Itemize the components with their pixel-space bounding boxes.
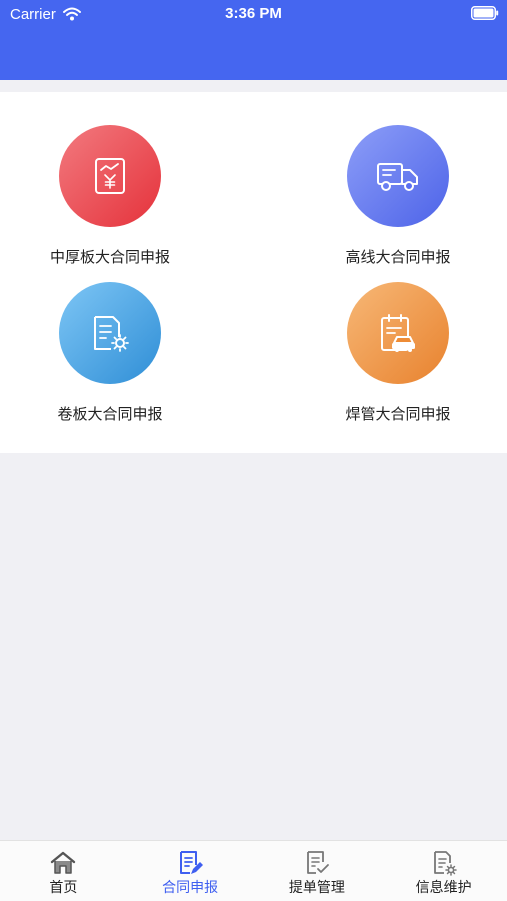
- menu-item-medium-plate[interactable]: 中厚板大合同申报: [20, 125, 200, 267]
- tab-info-maintenance[interactable]: 信息维护: [380, 841, 507, 901]
- home-icon: [51, 851, 76, 874]
- menu-item-label: 中厚板大合同申报: [49, 248, 170, 266]
- tab-home[interactable]: 首页: [0, 841, 127, 901]
- menu-item-coil-plate[interactable]: 卷板大合同申报: [20, 282, 200, 424]
- header-bar: Carrier 3:36 PM: [0, 0, 507, 80]
- separator: [0, 80, 507, 92]
- document-settings-icon: [433, 851, 457, 876]
- contract-report-icon: [180, 851, 204, 874]
- tab-label: 首页: [49, 880, 78, 896]
- menu-item-label: 卷板大合同申报: [57, 405, 163, 423]
- menu-item-wire-rod[interactable]: 高线大合同申报: [308, 125, 488, 267]
- menu-item-welded-pipe[interactable]: 焊管大合同申报: [308, 282, 488, 424]
- tab-contract-report[interactable]: 合同申报: [127, 841, 254, 901]
- document-gear-icon: [59, 282, 161, 384]
- bottom-tab-bar: 首页 合同申报 提单管理 信息维护: [0, 840, 507, 901]
- status-time: 3:36 PM: [225, 5, 282, 22]
- tab-bill-management[interactable]: 提单管理: [254, 841, 381, 901]
- delivery-truck-icon: [347, 125, 449, 227]
- contract-menu-panel: 中厚板大合同申报 高线大合同申报 卷板大合同申报 焊管大合同申报: [0, 92, 507, 453]
- receipt-yuan-icon: [59, 125, 161, 227]
- battery-icon: [471, 6, 499, 20]
- tab-label: 信息维护: [415, 880, 472, 896]
- menu-item-label: 高线大合同申报: [345, 248, 451, 266]
- tab-label: 合同申报: [162, 880, 219, 896]
- clipboard-car-icon: [347, 282, 449, 384]
- tab-label: 提单管理: [288, 880, 345, 896]
- menu-item-label: 焊管大合同申报: [345, 405, 451, 423]
- document-check-icon: [306, 851, 329, 874]
